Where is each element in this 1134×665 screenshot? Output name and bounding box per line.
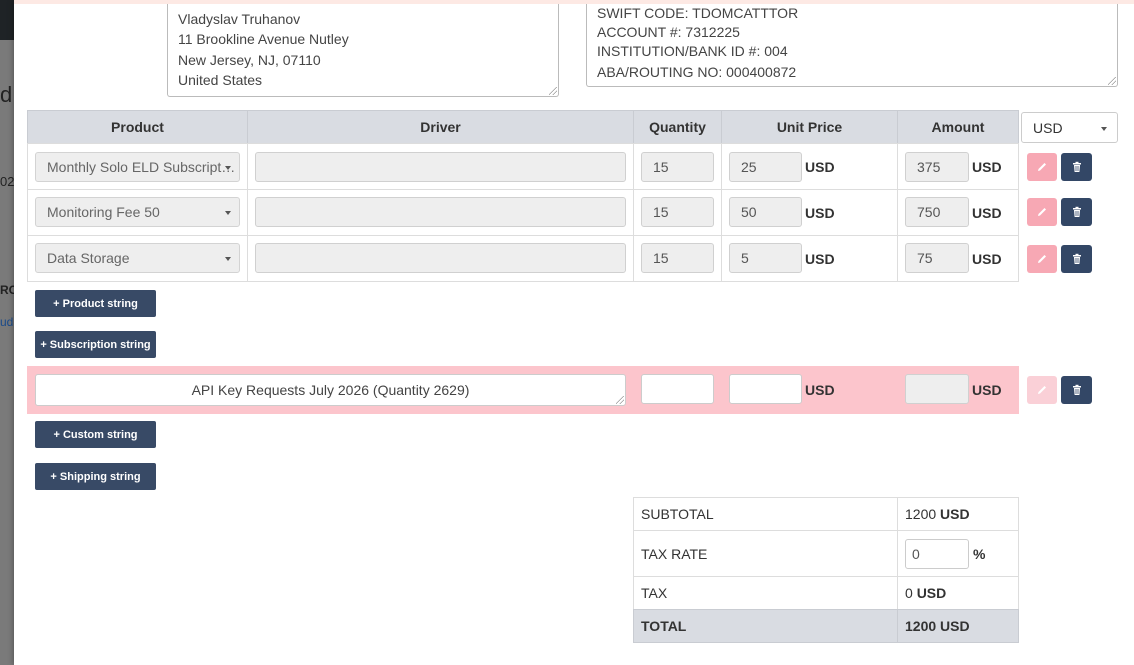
address-line: United States — [178, 72, 263, 88]
customer-address-textarea[interactable]: Vladyslav Truhanov 11 Brookline Avenue N… — [167, 4, 559, 97]
unit-price-currency: USD — [805, 251, 835, 267]
currency-select-value: USD — [1033, 119, 1063, 136]
amount-input: 750 — [905, 197, 969, 227]
amount-input: 75 — [905, 243, 969, 273]
product-select-value: Monthly Solo ELD Subscript… — [47, 159, 236, 175]
add-shipping-string-button[interactable]: + Shipping string — [35, 463, 156, 490]
background-link-fragment: ud — [0, 315, 14, 329]
caret-down-icon — [1101, 126, 1107, 131]
background-number-fragment: 02 — [0, 174, 15, 189]
tax-rate-unit: % — [973, 546, 986, 562]
quantity-input[interactable]: 15 — [641, 197, 714, 227]
add-custom-string-button[interactable]: + Custom string — [35, 421, 156, 448]
pencil-icon — [1038, 255, 1046, 263]
subtotal-label: SUBTOTAL — [633, 497, 898, 531]
custom-amount-input — [905, 374, 969, 404]
product-select-value: Data Storage — [47, 250, 130, 266]
custom-unit-price-currency: USD — [805, 382, 835, 398]
invoice-modal: Vladyslav Truhanov 11 Brookline Avenue N… — [14, 0, 1134, 665]
total-value: 1200 — [905, 618, 937, 634]
product-select[interactable]: Monitoring Fee 50 — [35, 197, 240, 227]
column-header-quantity: Quantity — [633, 110, 722, 144]
bank-line: ACCOUNT #: 7312225 — [597, 24, 740, 40]
custom-quantity-input[interactable] — [641, 374, 714, 404]
address-line: 11 Brookline Avenue Nutley — [178, 31, 349, 47]
background-top-bar — [0, 0, 14, 40]
pencil-icon — [1038, 386, 1046, 394]
caret-down-icon — [225, 211, 231, 215]
pencil-icon — [1038, 163, 1046, 171]
driver-input[interactable] — [255, 243, 626, 273]
column-header-unit-price: Unit Price — [721, 110, 898, 144]
resize-grip-icon[interactable] — [549, 87, 557, 95]
resize-grip-icon[interactable] — [616, 396, 624, 404]
tax-value-cell: 0 USD — [897, 576, 1019, 610]
tax-value: 0 — [905, 585, 913, 601]
edit-button[interactable] — [1027, 245, 1057, 273]
pencil-icon — [1038, 208, 1046, 216]
column-header-driver: Driver — [247, 110, 634, 144]
unit-price-currency: USD — [805, 205, 835, 221]
trash-icon — [1072, 161, 1081, 172]
address-line: New Jersey, NJ, 07110 — [178, 52, 321, 68]
bank-line: SWIFT CODE: TDOMCATTTOR — [597, 5, 799, 21]
caret-down-icon — [225, 166, 231, 170]
amount-currency: USD — [972, 159, 1002, 175]
quantity-input[interactable]: 15 — [641, 243, 714, 273]
unit-price-input[interactable]: 25 — [729, 152, 802, 182]
edit-button[interactable] — [1027, 153, 1057, 181]
quantity-input[interactable]: 15 — [641, 152, 714, 182]
custom-description-textarea[interactable]: API Key Requests July 2026 (Quantity 262… — [35, 374, 626, 406]
total-value-cell: 1200 USD — [897, 609, 1019, 643]
trash-icon — [1072, 253, 1081, 264]
subtotal-value-cell: 1200 USD — [897, 497, 1019, 531]
unit-price-currency: USD — [805, 159, 835, 175]
subtotal-value: 1200 — [905, 506, 937, 522]
edit-button[interactable] — [1027, 198, 1057, 226]
total-label: TOTAL — [633, 609, 898, 643]
product-select-value: Monitoring Fee 50 — [47, 204, 160, 220]
address-line: Vladyslav Truhanov — [178, 11, 301, 27]
column-header-amount: Amount — [897, 110, 1019, 144]
product-select[interactable]: Monthly Solo ELD Subscript… — [35, 152, 240, 182]
currency-select[interactable]: USD — [1021, 112, 1118, 143]
trash-icon — [1072, 384, 1081, 395]
tax-currency: USD — [916, 585, 947, 601]
subtotal-currency: USD — [940, 506, 970, 522]
bank-line: ABA/ROUTING NO: 000400872 — [597, 64, 797, 80]
caret-down-icon — [225, 257, 231, 261]
total-currency: USD — [940, 618, 970, 634]
unit-price-input[interactable]: 50 — [729, 197, 802, 227]
driver-input[interactable] — [255, 152, 626, 182]
unit-price-input[interactable]: 5 — [729, 243, 802, 273]
trash-icon — [1072, 206, 1081, 217]
amount-input: 375 — [905, 152, 969, 182]
driver-input[interactable] — [255, 197, 626, 227]
delete-button[interactable] — [1061, 245, 1092, 273]
add-product-string-button[interactable]: + Product string — [35, 290, 156, 317]
amount-currency: USD — [972, 251, 1002, 267]
delete-button[interactable] — [1061, 376, 1092, 404]
resize-grip-icon[interactable] — [1108, 77, 1116, 85]
product-select[interactable]: Data Storage — [35, 243, 240, 273]
custom-unit-price-input[interactable] — [729, 374, 802, 404]
custom-amount-currency: USD — [972, 382, 1002, 398]
edit-button[interactable] — [1027, 376, 1057, 404]
add-subscription-string-button[interactable]: + Subscription string — [35, 331, 156, 358]
tax-rate-label: TAX RATE — [633, 530, 898, 577]
tax-label: TAX — [633, 576, 898, 610]
column-header-product: Product — [27, 110, 248, 144]
bank-details-textarea[interactable]: SWIFT CODE: TDOMCATTTOR ACCOUNT #: 73122… — [586, 4, 1118, 87]
amount-currency: USD — [972, 205, 1002, 221]
tax-rate-input[interactable]: 0 — [905, 539, 969, 569]
bank-line: INSTITUTION/BANK ID #: 004 — [597, 43, 788, 59]
delete-button[interactable] — [1061, 153, 1092, 181]
delete-button[interactable] — [1061, 198, 1092, 226]
